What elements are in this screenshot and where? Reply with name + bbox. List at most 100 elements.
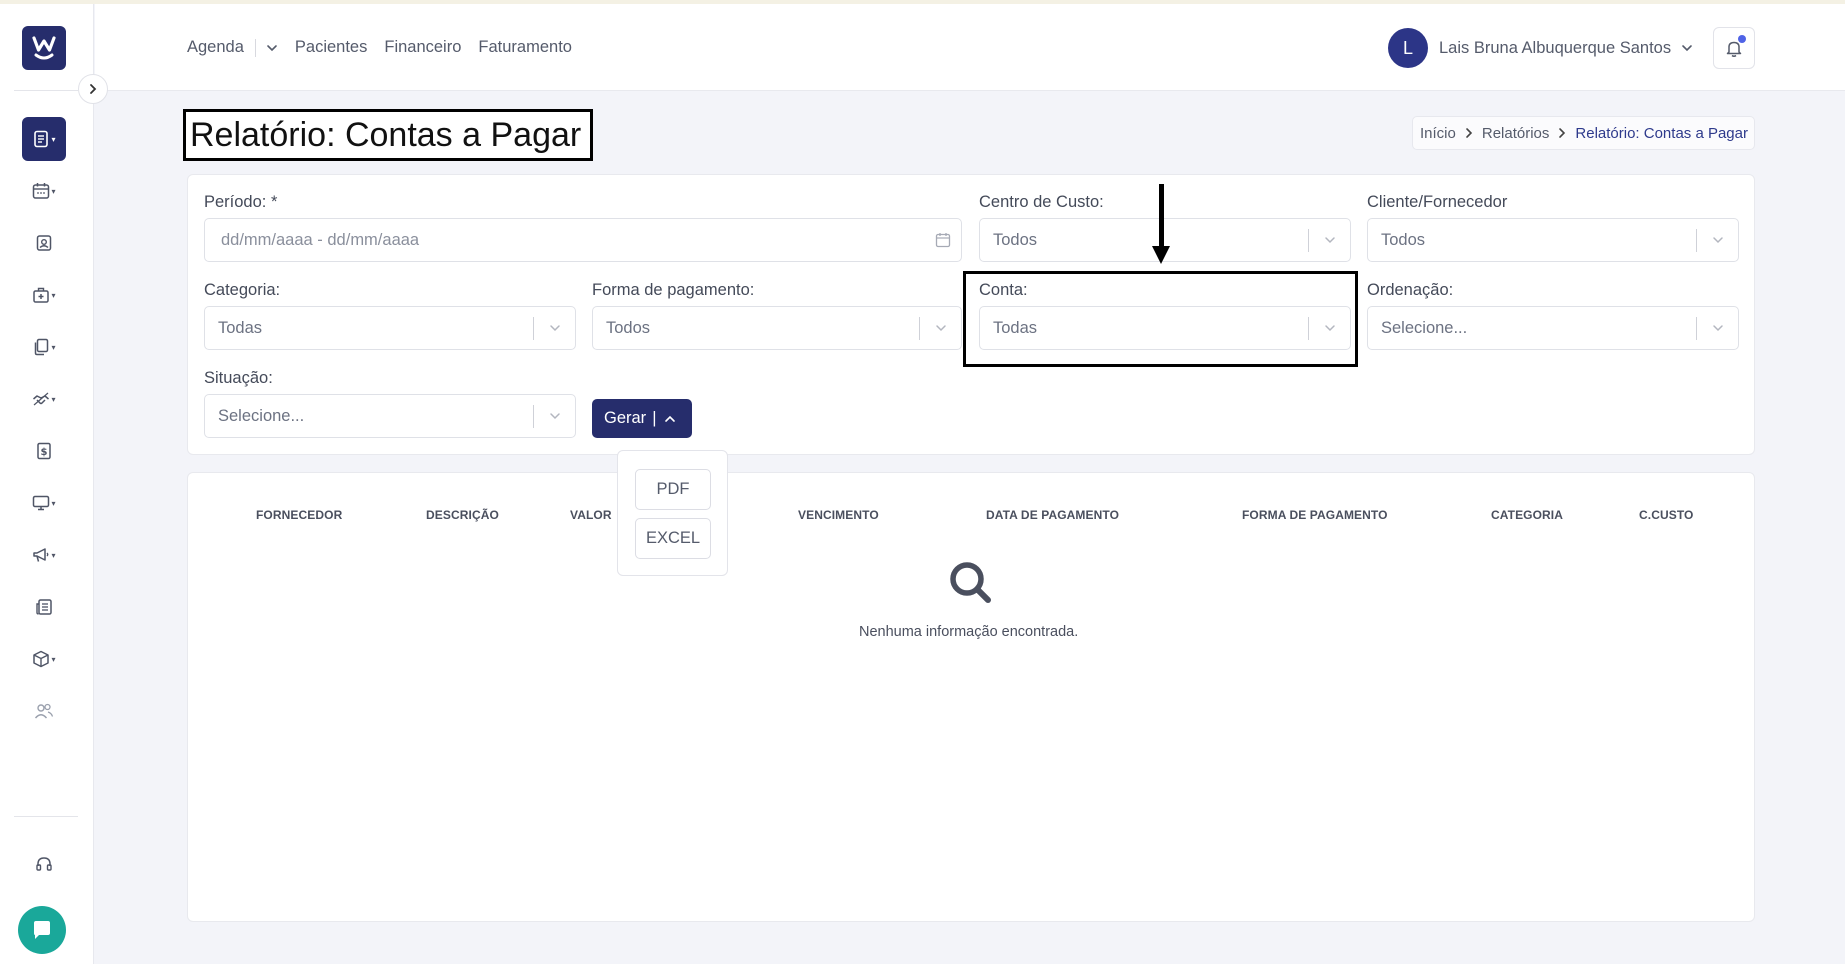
situacao-label: Situação: bbox=[204, 369, 273, 387]
page-title-box: Relatório: Contas a Pagar bbox=[183, 109, 593, 161]
forma-pagamento-value: Todos bbox=[606, 319, 651, 337]
sidebar-divider bbox=[14, 90, 78, 91]
annotation-arrow-head bbox=[1152, 246, 1170, 264]
conta-select[interactable]: Todas bbox=[979, 306, 1351, 350]
documents-icon bbox=[35, 338, 49, 356]
nav-clinic[interactable]: ▾ bbox=[22, 273, 66, 317]
agenda-dropdown-toggle[interactable] bbox=[266, 44, 278, 52]
export-pdf-button[interactable]: PDF bbox=[635, 469, 711, 510]
cliente-fornecedor-select[interactable]: Todos bbox=[1367, 218, 1739, 262]
export-excel-button[interactable]: EXCEL bbox=[635, 518, 711, 559]
cliente-fornecedor-value: Todos bbox=[1381, 231, 1426, 249]
chevron-down-icon: ▾ bbox=[51, 654, 56, 664]
categoria-label: Categoria: bbox=[204, 281, 281, 299]
gerar-label: Gerar bbox=[604, 409, 647, 427]
chevron-down-icon bbox=[1322, 232, 1338, 248]
forma-pagamento-select[interactable]: Todos bbox=[592, 306, 962, 350]
chevron-down-icon bbox=[933, 320, 949, 336]
nav-documents[interactable]: ▾ bbox=[22, 325, 66, 369]
chevron-down-icon: ▾ bbox=[51, 498, 56, 508]
chevron-down-icon: ▾ bbox=[51, 134, 56, 144]
chevron-down-icon bbox=[1681, 44, 1693, 52]
centro-custo-label: Centro de Custo: bbox=[979, 193, 1104, 211]
periodo-placeholder: dd/mm/aaaa - dd/mm/aaaa bbox=[221, 231, 420, 249]
chat-launcher[interactable] bbox=[18, 906, 66, 954]
nav-patients[interactable] bbox=[22, 221, 66, 265]
monitor-icon bbox=[33, 495, 50, 511]
select-separator bbox=[1308, 229, 1309, 252]
page-title: Relatório: Contas a Pagar bbox=[190, 115, 582, 154]
chevron-down-icon bbox=[547, 408, 563, 424]
menu-pacientes[interactable]: Pacientes bbox=[295, 38, 367, 57]
column-header-data-pagamento[interactable]: DATA DE PAGAMENTO bbox=[986, 508, 1119, 522]
select-separator bbox=[533, 405, 534, 428]
ordenacao-select[interactable]: Selecione... bbox=[1367, 306, 1739, 350]
nav-billing[interactable]: $ bbox=[22, 429, 66, 473]
newspaper-icon bbox=[36, 599, 52, 615]
headset-icon bbox=[36, 857, 52, 871]
nav-reports[interactable]: ▾ bbox=[22, 117, 66, 161]
gerar-button[interactable]: Gerar | bbox=[592, 399, 692, 438]
menu-divider bbox=[254, 38, 256, 57]
menu-faturamento[interactable]: Faturamento bbox=[478, 38, 572, 57]
nav-calendar[interactable]: ▾ bbox=[22, 169, 66, 213]
notifications-button[interactable] bbox=[1713, 27, 1755, 69]
column-header-fornecedor[interactable]: FORNECEDOR bbox=[256, 508, 342, 522]
sidebar-toggle-button[interactable] bbox=[78, 74, 108, 104]
chevron-down-icon bbox=[1710, 232, 1726, 248]
column-header-descricao[interactable]: DESCRIÇÃO bbox=[426, 508, 499, 522]
chat-icon bbox=[34, 921, 50, 939]
breadcrumb-inicio[interactable]: Início bbox=[1420, 125, 1456, 142]
nav-marketing[interactable]: ▾ bbox=[22, 533, 66, 577]
column-header-forma-pagamento[interactable]: FORMA DE PAGAMENTO bbox=[1242, 508, 1388, 522]
situacao-select[interactable]: Selecione... bbox=[204, 394, 576, 438]
billing-icon: $ bbox=[37, 442, 51, 460]
column-header-categoria[interactable]: CATEGORIA bbox=[1491, 508, 1563, 522]
nav-users[interactable] bbox=[22, 689, 66, 733]
select-separator bbox=[533, 317, 534, 340]
menu-agenda[interactable]: Agenda bbox=[187, 38, 244, 57]
patient-badge-icon bbox=[36, 235, 52, 251]
sidebar: ▾ ▾ ▾ ▾ ▾ $ ▾ ▾ ▾ bbox=[0, 4, 94, 964]
select-separator bbox=[1308, 317, 1309, 340]
logo-w-icon bbox=[32, 36, 56, 60]
sidebar-divider bbox=[14, 816, 78, 817]
categoria-value: Todas bbox=[218, 319, 263, 337]
categoria-select[interactable]: Todas bbox=[204, 306, 576, 350]
nav-monitor[interactable]: ▾ bbox=[22, 481, 66, 525]
users-icon bbox=[34, 703, 54, 719]
breadcrumb-relatorios[interactable]: Relatórios bbox=[1482, 125, 1550, 142]
calendar-icon bbox=[935, 232, 951, 248]
annotation-arrow-shaft bbox=[1159, 184, 1164, 250]
nav-agreements[interactable]: ▾ bbox=[22, 377, 66, 421]
chevron-down-icon: ▾ bbox=[51, 550, 56, 560]
column-header-valor[interactable]: VALOR bbox=[570, 508, 612, 522]
select-separator bbox=[1696, 317, 1697, 340]
chevron-right-icon bbox=[1465, 127, 1473, 139]
notification-dot bbox=[1738, 35, 1746, 43]
empty-state-message: Nenhuma informação encontrada. bbox=[859, 624, 1079, 640]
avatar: L bbox=[1388, 28, 1428, 68]
chevron-down-icon bbox=[267, 44, 277, 51]
conta-label: Conta: bbox=[979, 281, 1028, 299]
main-menu: Agenda Pacientes Financeiro Faturamento bbox=[187, 38, 589, 57]
periodo-label: Período: * bbox=[204, 193, 278, 211]
menu-financeiro[interactable]: Financeiro bbox=[384, 38, 461, 57]
megaphone-icon bbox=[33, 548, 49, 562]
app-logo[interactable] bbox=[22, 26, 66, 70]
user-menu[interactable]: L Lais Bruna Albuquerque Santos bbox=[1388, 28, 1693, 68]
chevron-down-icon bbox=[1322, 320, 1338, 336]
chevron-down-icon: ▾ bbox=[51, 290, 56, 300]
results-card bbox=[187, 472, 1755, 922]
periodo-date-range-input[interactable]: dd/mm/aaaa - dd/mm/aaaa bbox=[204, 218, 962, 262]
forma-pagamento-label: Forma de pagamento: bbox=[592, 281, 755, 299]
nav-news[interactable] bbox=[22, 585, 66, 629]
column-header-vencimento[interactable]: VENCIMENTO bbox=[798, 508, 879, 522]
nav-inventory[interactable]: ▾ bbox=[22, 637, 66, 681]
column-header-ccusto[interactable]: C.CUSTO bbox=[1639, 508, 1693, 522]
cliente-fornecedor-label: Cliente/Fornecedor bbox=[1367, 193, 1508, 211]
nav-support[interactable] bbox=[22, 842, 66, 886]
breadcrumb: Início Relatórios Relatório: Contas a Pa… bbox=[1412, 116, 1755, 150]
chevron-down-icon bbox=[547, 320, 563, 336]
clinic-icon bbox=[33, 287, 50, 303]
